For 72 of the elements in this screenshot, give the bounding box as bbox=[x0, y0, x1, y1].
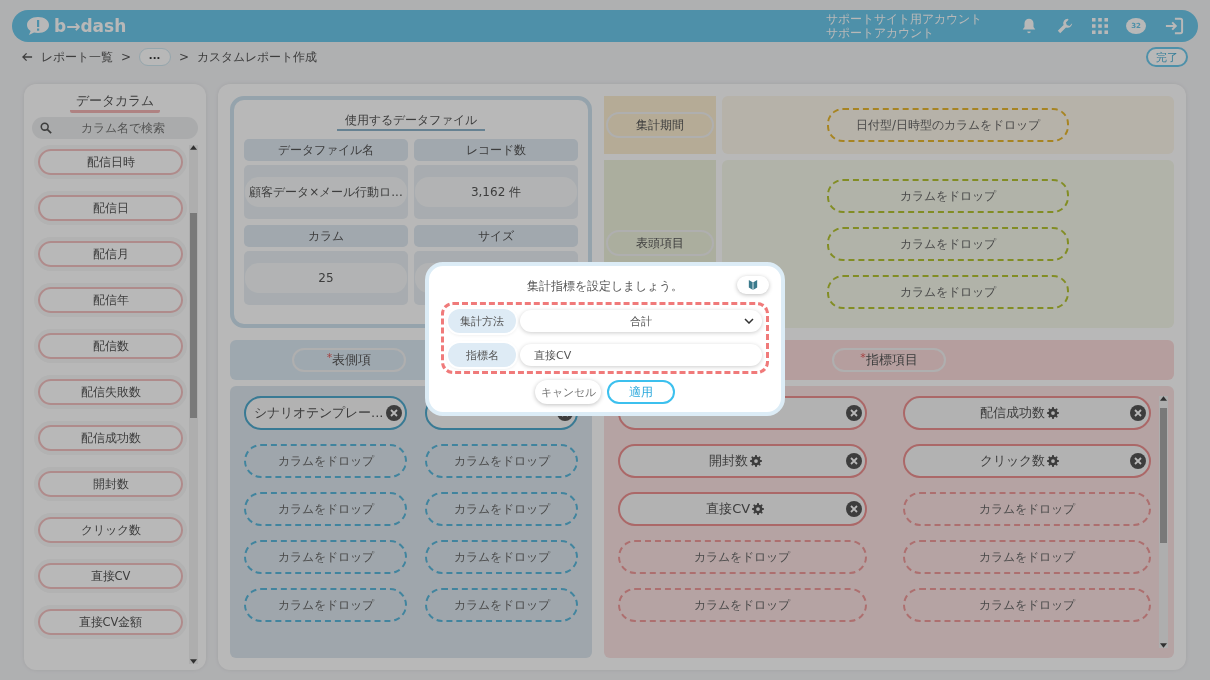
drop-zone[interactable]: カラムをドロップ bbox=[902, 540, 1151, 574]
drop-zone[interactable]: カラムをドロップ bbox=[244, 444, 408, 478]
speech-bubble-icon bbox=[26, 16, 50, 36]
gear-icon[interactable] bbox=[1047, 455, 1060, 467]
drop-zone[interactable]: カラムをドロップ bbox=[618, 588, 867, 622]
breadcrumb-link[interactable]: レポート一覧 bbox=[41, 48, 113, 66]
scroll-up-icon[interactable] bbox=[1160, 396, 1167, 401]
metric-chip[interactable]: 直接CV bbox=[618, 492, 867, 526]
account-name: サポートアカウント bbox=[826, 26, 935, 40]
column-chip[interactable]: シナリオテンプレー... bbox=[244, 396, 408, 430]
drop-zone[interactable]: カラムをドロップ bbox=[425, 588, 578, 622]
remove-icon[interactable] bbox=[1130, 453, 1146, 469]
data-file-title: 使用するデータファイル bbox=[337, 112, 485, 131]
gear-icon[interactable] bbox=[752, 503, 765, 515]
scrollbar[interactable] bbox=[1159, 396, 1168, 648]
scroll-up-icon[interactable] bbox=[190, 145, 197, 150]
remove-icon[interactable] bbox=[845, 405, 862, 421]
account-name: サポートサイト用アカウント bbox=[826, 12, 982, 26]
field-label: レコード数 bbox=[414, 139, 578, 161]
drop-zone[interactable]: カラムをドロップ bbox=[902, 588, 1151, 622]
metric-chip[interactable]: 開封数 bbox=[618, 444, 867, 478]
drop-zone[interactable]: カラムをドロップ bbox=[618, 540, 867, 574]
sidebar-title: データカラム bbox=[70, 92, 160, 113]
more-button[interactable]: ••• bbox=[139, 48, 172, 66]
apply-button[interactable]: 適用 bbox=[607, 380, 675, 404]
row-items-label: $^{*}$表側項 bbox=[292, 348, 406, 372]
method-select[interactable]: 合計 bbox=[520, 310, 762, 332]
search-icon bbox=[40, 122, 52, 134]
field-label: 指標名 bbox=[448, 343, 516, 367]
chevron-down-icon bbox=[744, 318, 754, 324]
beginner-mark-icon bbox=[748, 279, 758, 291]
field-value: 25 bbox=[245, 263, 407, 293]
drop-zone[interactable]: カラムをドロップ bbox=[827, 275, 1069, 309]
remove-icon[interactable] bbox=[1130, 405, 1146, 421]
drop-zone[interactable]: カラムをドロップ bbox=[244, 540, 408, 574]
cancel-button[interactable]: キャンセル bbox=[535, 380, 601, 404]
field-label: 集計方法 bbox=[448, 309, 516, 333]
drop-zone[interactable]: カラムをドロップ bbox=[827, 179, 1069, 213]
drop-zone[interactable]: 日付型/日時型のカラムをドロップ bbox=[827, 108, 1069, 142]
gear-icon[interactable] bbox=[749, 455, 762, 467]
drop-zone[interactable]: カラムをドロップ bbox=[244, 492, 408, 526]
field-value: 顧客データ×メール行動ロ... bbox=[245, 177, 407, 207]
drop-zone[interactable]: カラムをドロップ bbox=[425, 492, 578, 526]
remove-icon[interactable] bbox=[845, 501, 862, 517]
period-label: 集計期間 bbox=[606, 112, 714, 138]
back-arrow-icon[interactable] bbox=[22, 52, 33, 62]
metric-chip[interactable]: 配信成功数 bbox=[902, 396, 1151, 430]
help-button[interactable] bbox=[737, 276, 769, 294]
breadcrumb-separator: > bbox=[179, 50, 190, 64]
metrics-label: $^{*}$指標項目 bbox=[832, 348, 946, 372]
search-field[interactable]: カラム名で検索 bbox=[32, 117, 198, 139]
metric-chip[interactable]: クリック数 bbox=[902, 444, 1151, 478]
drop-zone[interactable]: カラムをドロップ bbox=[425, 540, 578, 574]
drop-zone[interactable]: カラムをドロップ bbox=[902, 492, 1151, 526]
field-label: サイズ bbox=[414, 225, 578, 247]
field-label: データファイル名 bbox=[244, 139, 408, 161]
field-label: カラム bbox=[244, 225, 408, 247]
header-items-label: 表頭項目 bbox=[606, 230, 714, 256]
breadcrumb-current: カスタムレポート作成 bbox=[197, 48, 318, 66]
gear-icon[interactable] bbox=[1047, 407, 1060, 419]
breadcrumb-separator: > bbox=[121, 50, 132, 64]
drop-zone[interactable]: カラムをドロップ bbox=[827, 227, 1069, 261]
field-value: 3,162 件 bbox=[415, 177, 577, 207]
metric-name-field[interactable]: 直接CV bbox=[520, 344, 762, 366]
remove-icon[interactable] bbox=[845, 453, 862, 469]
scroll-down-icon[interactable] bbox=[190, 659, 197, 664]
scrollbar[interactable] bbox=[189, 145, 198, 664]
drop-zone[interactable]: カラムをドロップ bbox=[425, 444, 578, 478]
drop-zone[interactable]: カラムをドロップ bbox=[244, 588, 408, 622]
dialog-title: 集計指標を設定しましょう。 bbox=[527, 277, 683, 295]
remove-icon[interactable] bbox=[386, 405, 403, 421]
scroll-down-icon[interactable] bbox=[1160, 643, 1167, 648]
